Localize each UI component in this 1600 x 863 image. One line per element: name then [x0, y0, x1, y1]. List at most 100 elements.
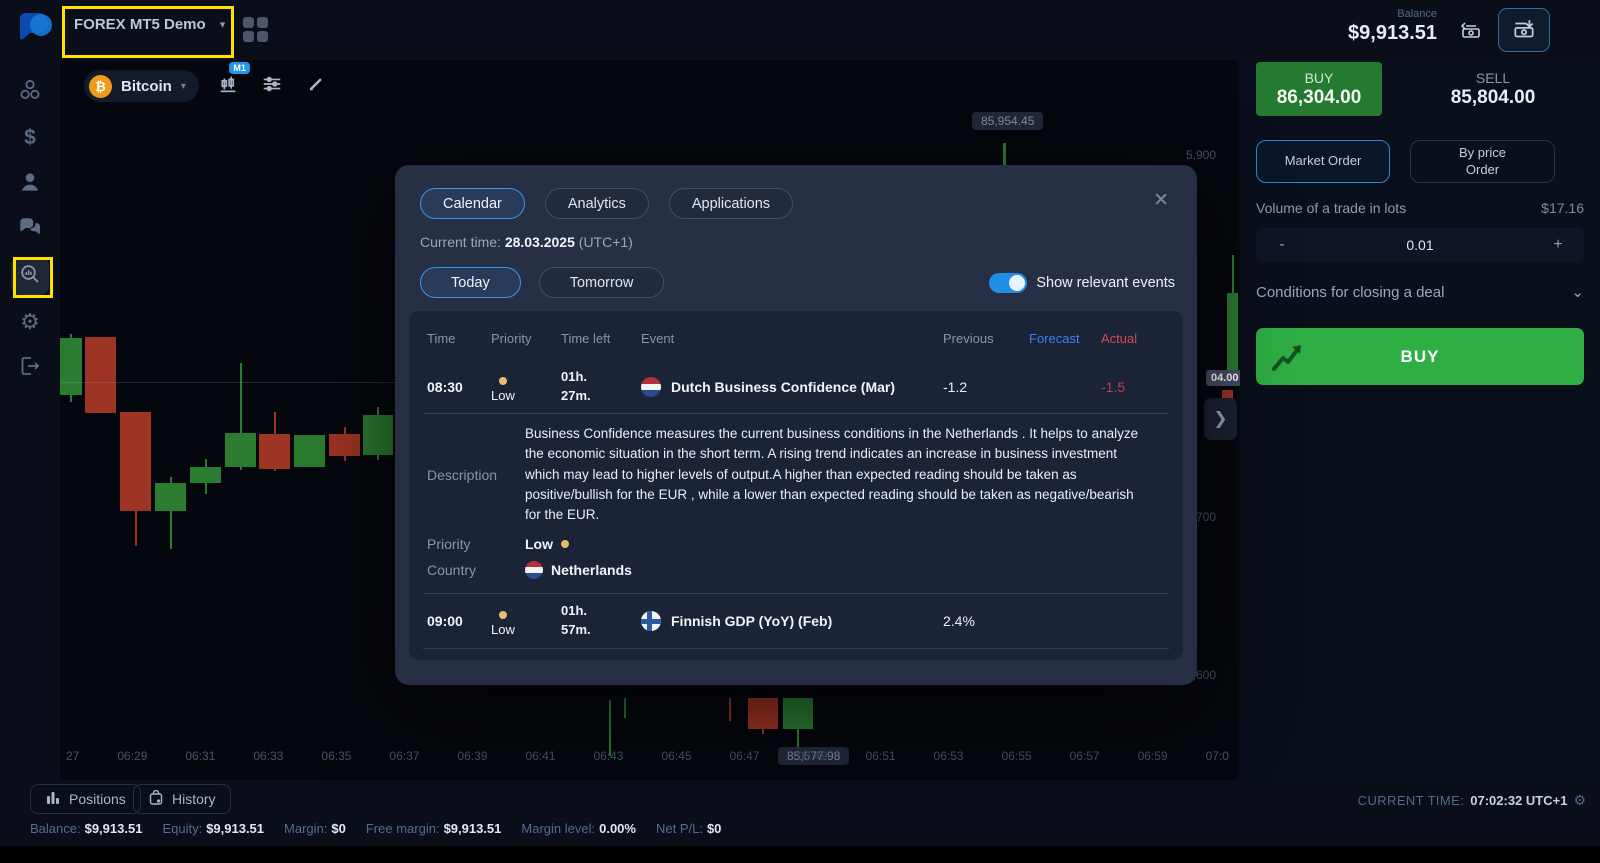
bottom-bar: Positions History CURRENT TIME: 07:02:32…	[0, 780, 1600, 846]
tab-market-order[interactable]: Market Order	[1256, 140, 1390, 183]
time-settings-gear-icon[interactable]: ⚙	[1573, 792, 1586, 809]
sell-price-button[interactable]: SELL 85,804.00	[1398, 62, 1588, 116]
drawing-tools-button[interactable]	[301, 71, 331, 101]
tab-history[interactable]: History	[133, 784, 231, 814]
netherlands-flag-icon	[525, 561, 543, 579]
candles-icon	[217, 73, 239, 100]
country-detail-value: Netherlands	[551, 562, 632, 578]
history-label: History	[172, 791, 216, 807]
tab-today[interactable]: Today	[420, 267, 521, 298]
event-country-row: Country Netherlands	[427, 556, 1165, 584]
priority-indicator: Low	[491, 611, 515, 637]
closing-conditions-dropdown[interactable]: Conditions for closing a deal ⌄	[1256, 283, 1584, 301]
priority-dot-icon	[499, 611, 507, 619]
balance-label: Balance	[1348, 8, 1437, 20]
sidebar-item-settings[interactable]: ⚙	[8, 300, 52, 344]
previous-value: 2.4%	[943, 613, 1029, 629]
header-event: Event	[641, 331, 943, 346]
dollar-icon: $	[24, 126, 36, 150]
decrease-volume-button[interactable]: -	[1272, 236, 1292, 254]
buy-price-button[interactable]: BUY 86,304.00	[1256, 62, 1382, 116]
chevron-down-icon: ▾	[181, 81, 186, 92]
account-name: FOREX MT5 Demo	[74, 16, 206, 33]
trading-platform: FOREX MT5 Demo ▾ Balance $9,913.51	[0, 0, 1600, 863]
buy-button-label: BUY	[1401, 347, 1440, 367]
x-axis-label: 06:39	[457, 749, 487, 763]
brush-icon	[306, 74, 326, 99]
day-tabs: Today Tomorrow	[420, 267, 664, 298]
current-time-label: Current time:	[420, 234, 501, 250]
tab-calendar[interactable]: Calendar	[420, 188, 525, 219]
priority-dot-icon	[499, 377, 507, 385]
x-axis-label: 06:35	[321, 749, 351, 763]
table-row[interactable]: 09:00 Low 01h.57m. Finnish GDP (YoY) (Fe…	[427, 594, 1165, 648]
account-selector[interactable]: FOREX MT5 Demo ▾	[74, 16, 225, 33]
tab-by-price-order[interactable]: By price Order	[1410, 140, 1555, 183]
chevron-down-icon: ⌄	[1571, 283, 1584, 301]
event-time: 09:00	[427, 613, 491, 629]
chevron-down-icon: ▾	[220, 18, 226, 31]
x-axis-label: 06:33	[253, 749, 283, 763]
tab-analytics[interactable]: Analytics	[545, 188, 649, 219]
sidebar-item-logout[interactable]	[8, 346, 52, 390]
event-time: 08:30	[427, 379, 491, 395]
volume-usd-value: $17.16	[1541, 200, 1584, 216]
sidebar-item-profile[interactable]	[8, 162, 52, 206]
withdraw-button[interactable]	[1498, 8, 1550, 52]
x-axis-label: 06:31	[185, 749, 215, 763]
x-axis-label: 06:57	[1070, 749, 1100, 763]
layout-grid-button[interactable]	[243, 17, 269, 43]
indicators-button[interactable]	[257, 71, 287, 101]
header-forecast: Forecast	[1029, 331, 1101, 346]
economic-calendar-modal: Calendar Analytics Applications ✕ Curren…	[395, 165, 1197, 685]
stat-margin-level: Margin level:0.00%	[521, 821, 636, 836]
user-icon	[17, 169, 43, 200]
table-row[interactable]: 08:30 Low 01h.27m. Dutch Business Confid…	[427, 361, 1165, 413]
symbol-name: Bitcoin	[121, 78, 172, 95]
show-relevant-events-toggle[interactable]	[989, 273, 1027, 293]
logout-icon	[18, 354, 42, 383]
event-priority-row: Priority Low	[427, 531, 1165, 556]
events-table: Time Priority Time left Event Previous F…	[409, 311, 1183, 660]
panel-expand-button[interactable]: ❯	[1204, 398, 1237, 440]
chevron-right-icon: ❯	[1213, 409, 1227, 429]
sidebar-item-chat[interactable]	[8, 208, 52, 252]
description-label: Description	[427, 467, 525, 483]
tab-applications[interactable]: Applications	[669, 188, 793, 219]
chart-type-button[interactable]: M1	[213, 71, 243, 101]
priority-detail-value: Low	[525, 536, 553, 552]
sidebar-item-markets[interactable]	[8, 70, 52, 114]
x-axis-label: 06:47	[729, 749, 759, 763]
current-time-date: 28.03.2025	[505, 234, 575, 250]
deposit-button[interactable]	[1450, 12, 1492, 50]
symbol-selector[interactable]: ₿ Bitcoin ▾	[84, 70, 199, 102]
sidebar-item-market-analysis[interactable]	[11, 257, 49, 295]
x-axis-label: 06:59	[1138, 749, 1168, 763]
x-axis-label: 06:53	[934, 749, 964, 763]
buy-button[interactable]: BUY	[1256, 328, 1584, 385]
header-actual: Actual	[1101, 331, 1165, 346]
timeframe-badge[interactable]: M1	[229, 62, 250, 74]
increase-volume-button[interactable]: +	[1548, 236, 1568, 254]
event-name: Finnish GDP (YoY) (Feb)	[671, 613, 832, 629]
app-logo-icon	[14, 8, 58, 52]
x-axis-label: 06:55	[1002, 749, 1032, 763]
sidebar-item-finance[interactable]: $	[8, 116, 52, 160]
volume-stepper: - 0.01 +	[1256, 228, 1584, 262]
volume-label: Volume of a trade in lots	[1256, 200, 1406, 216]
close-icon[interactable]: ✕	[1153, 189, 1169, 212]
volume-value[interactable]: 0.01	[1406, 237, 1433, 253]
netherlands-flag-icon	[641, 377, 661, 397]
time-left: 01h.27m.	[561, 368, 641, 406]
growth-arrow-icon	[1269, 337, 1309, 377]
description-text: Business Confidence measures the current…	[525, 424, 1161, 525]
current-time-value: 07:02:32 UTC+1	[1470, 793, 1567, 808]
actual-value: -1.5	[1101, 379, 1165, 395]
bottom-strip	[0, 846, 1600, 863]
x-axis-label: 06:29	[117, 749, 147, 763]
sell-price-value: 85,804.00	[1451, 87, 1536, 109]
tab-positions[interactable]: Positions	[30, 784, 141, 814]
tab-tomorrow[interactable]: Tomorrow	[539, 267, 665, 298]
table-row[interactable]: 09:00 01h. Estonian Retail Sales (YoY) (…	[427, 649, 1165, 660]
current-time-line: Current time: 28.03.2025 (UTC+1)	[420, 234, 633, 250]
